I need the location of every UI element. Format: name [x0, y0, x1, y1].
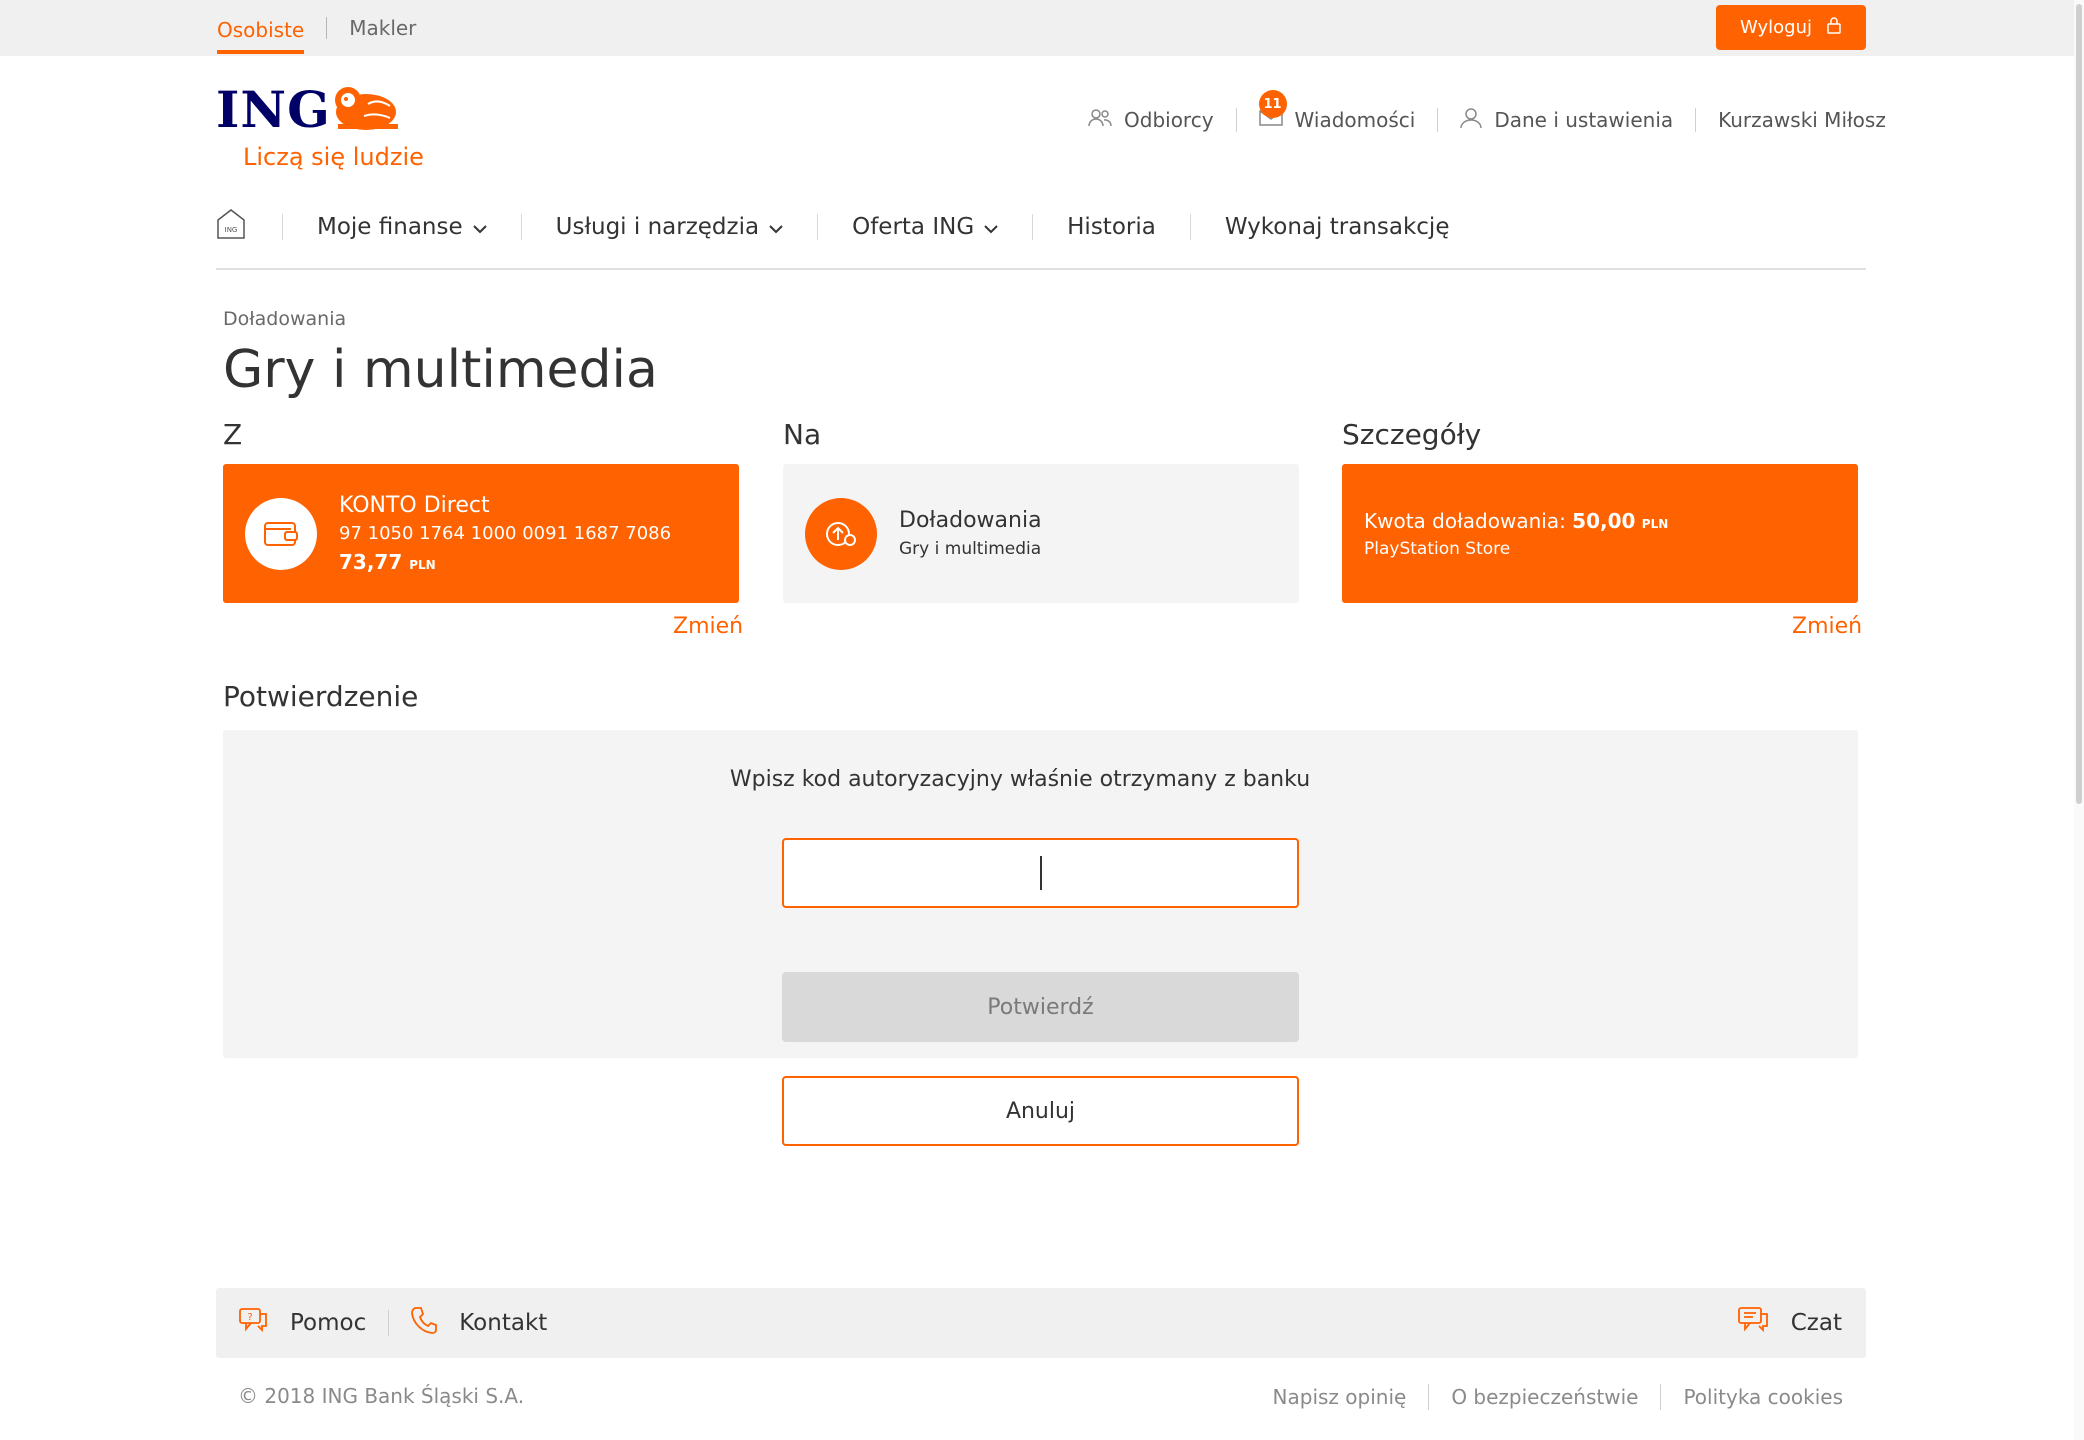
lock-icon [1826, 16, 1842, 39]
amount-value: 50,00 [1572, 508, 1636, 533]
nav-divider [1189, 214, 1191, 240]
breadcrumb[interactable]: Doładowania [223, 308, 346, 330]
person-icon [1460, 107, 1483, 134]
from-account-card[interactable]: KONTO Direct 97 1050 1764 1000 0091 1687… [223, 464, 739, 603]
topup-icon [805, 497, 877, 570]
page-title: Gry i multimedia [223, 340, 658, 400]
from-label: Z [223, 418, 243, 451]
help-label: Pomoc [290, 1310, 367, 1336]
envelope-icon: 11 [1258, 90, 1287, 132]
nav-divider [817, 214, 819, 240]
nav-history-label: Historia [1067, 214, 1156, 240]
logout-label: Wyloguj [1740, 17, 1812, 38]
ing-logo[interactable]: ING Liczą się ludzie [216, 80, 424, 171]
amount-label: Kwota doładowania: [1364, 508, 1566, 533]
copyright: © 2018 ING Bank Śląski S.A. [238, 1384, 525, 1408]
chat-label: Czat [1790, 1310, 1842, 1336]
footer-link-feedback[interactable]: Napisz opinię [1273, 1385, 1407, 1409]
footer-divider [1660, 1384, 1662, 1410]
settings-label: Dane i ustawienia [1494, 108, 1674, 132]
amount-currency: PLN [1641, 516, 1669, 531]
nav-divider [282, 214, 283, 240]
cancel-button[interactable]: Anuluj [782, 1076, 1299, 1146]
nav-my-finances[interactable]: Moje finanse [317, 214, 487, 240]
confirmation-prompt: Wpisz kod autoryzacyjny właśnie otrzyman… [729, 767, 1311, 792]
recipients-link[interactable]: Odbiorcy [1088, 108, 1214, 133]
tab-broker[interactable]: Makler [349, 16, 416, 40]
contact-link[interactable]: Kontakt [411, 1306, 547, 1340]
svg-text:ING: ING [225, 226, 238, 234]
nav-make-transaction[interactable]: Wykonaj transakcję [1225, 214, 1450, 240]
nav-divider [520, 214, 522, 240]
nav-my-finances-label: Moje finanse [317, 214, 463, 240]
settings-link[interactable]: Dane i ustawienia [1460, 107, 1673, 134]
chevron-down-icon [472, 214, 487, 240]
balance-amount: 73,77 [339, 550, 403, 574]
user-name-link[interactable]: Kurzawski Miłosz [1718, 108, 1886, 132]
nav-history[interactable]: Historia [1067, 214, 1156, 240]
confirmation-title: Potwierdzenie [223, 680, 419, 713]
details-label: Szczegóły [1342, 418, 1482, 451]
to-label: Na [783, 418, 822, 451]
account-number: 97 1050 1764 1000 0091 1687 7086 [339, 523, 672, 544]
chevron-down-icon [769, 214, 783, 240]
home-icon[interactable]: ING [216, 208, 246, 246]
help-divider [388, 1310, 390, 1336]
people-icon [1088, 108, 1112, 133]
account-name: KONTO Direct [339, 493, 490, 518]
nav-services-tools-label: Usługi i narzędzia [555, 214, 760, 240]
change-account-link[interactable]: Zmień [673, 614, 743, 639]
chat-icon [1737, 1306, 1769, 1340]
messages-badge: 11 [1258, 90, 1287, 118]
lion-icon [328, 84, 404, 138]
account-balance: 73,77 PLN [339, 550, 671, 574]
target-subtitle: Gry i multimedia [899, 539, 1042, 559]
messages-label: Wiadomości [1294, 108, 1416, 132]
svg-text:?: ? [247, 1312, 252, 1323]
nav-services-tools[interactable]: Usługi i narzędzia [556, 214, 783, 240]
to-target-card: Doładowania Gry i multimedia [783, 464, 1299, 603]
nav-ing-offer-label: Oferta ING [852, 214, 975, 240]
nav-make-transaction-label: Wykonaj transakcję [1224, 214, 1450, 240]
nav-divider [1032, 214, 1034, 240]
chat-link[interactable]: Czat [1737, 1306, 1842, 1340]
main-nav: ING Moje finanse Usługi i narzędzia Ofer… [216, 204, 1866, 270]
phone-icon [411, 1306, 438, 1340]
footer-link-cookies[interactable]: Polityka cookies [1683, 1385, 1843, 1409]
store-name: PlayStation Store [1364, 538, 1511, 559]
change-details-link[interactable]: Zmień [1792, 614, 1862, 639]
contact-label: Kontakt [459, 1310, 548, 1336]
segment-tabs: Osobiste Makler [217, 0, 416, 56]
nav-divider [1437, 108, 1439, 132]
balance-currency: PLN [409, 558, 436, 572]
tab-divider [326, 17, 328, 39]
logout-button[interactable]: Wyloguj [1716, 5, 1866, 50]
topup-amount: Kwota doładowania: 50,00 PLN [1364, 509, 1668, 533]
wallet-icon [245, 497, 317, 570]
text-caret [1040, 856, 1042, 890]
recipients-label: Odbiorcy [1124, 108, 1214, 132]
nav-ing-offer[interactable]: Oferta ING [852, 214, 998, 240]
details-card[interactable]: Kwota doładowania: 50,00 PLN PlayStation… [1342, 464, 1858, 603]
footer-link-security[interactable]: O bezpieczeństwie [1451, 1385, 1638, 1409]
help-bar: ? Pomoc Kontakt Czat [216, 1288, 1866, 1358]
footer-divider [1428, 1384, 1430, 1410]
logo-tagline: Liczą się ludzie [243, 143, 424, 171]
messages-link[interactable]: 11 Wiadomości [1258, 90, 1416, 132]
scrollbar-thumb[interactable] [2076, 4, 2082, 804]
chevron-down-icon [984, 214, 998, 240]
help-chat-icon: ? [238, 1307, 268, 1339]
target-title: Doładowania [899, 508, 1042, 533]
nav-divider [1695, 108, 1697, 132]
nav-divider [1235, 108, 1237, 132]
user-nav: Odbiorcy 11 Wiadomości Dane i ustawienia… [1088, 90, 1886, 140]
logo-wordmark: ING [216, 80, 331, 139]
tab-personal[interactable]: Osobiste [217, 0, 305, 56]
scrollbar[interactable] [2074, 0, 2084, 1440]
help-link[interactable]: ? Pomoc [238, 1307, 366, 1339]
confirm-button[interactable]: Potwierdź [782, 972, 1299, 1042]
user-name: Kurzawski Miłosz [1718, 108, 1886, 132]
footer-links: Napisz opinię O bezpieczeństwie Polityka… [1273, 1384, 1843, 1410]
